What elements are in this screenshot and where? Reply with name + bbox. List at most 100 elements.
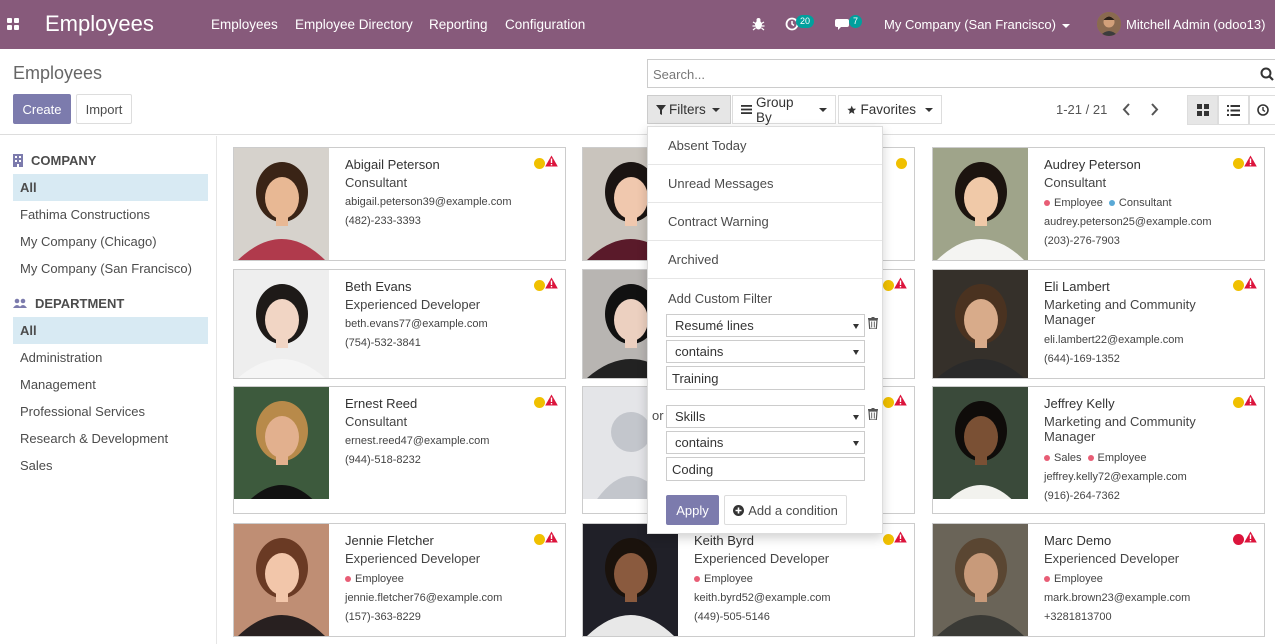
employee-name: Eli Lambert [1044,279,1110,294]
trash-icon[interactable] [868,317,878,329]
employee-tag: Employee [1044,573,1103,585]
employee-phone: (944)-518-8232 [345,454,421,466]
tag-color-dot [1087,455,1094,462]
presence-status-dot [534,280,545,291]
employee-photo [234,270,329,382]
activity-view-button[interactable] [1249,95,1275,125]
employee-tag: Employee [345,573,404,585]
employee-job-title: Marketing and Community Manager [1044,414,1196,444]
presence-status-dot [883,534,894,545]
tag-color-dot [1044,576,1050,583]
favorites-button[interactable]: Favorites [838,95,942,124]
condition2-operator-select[interactable]: contains [666,431,865,454]
employee-card[interactable]: Marc Demo Experienced Developer Employee ma… [932,523,1265,637]
apply-filter-button[interactable]: Apply [666,495,719,525]
search-icon[interactable] [1260,67,1274,81]
employee-phone: (754)-532-3841 [345,337,421,349]
employee-card[interactable]: Beth Evans Experienced Developer beth.evan… [233,269,566,379]
condition2-field-value: Skills [675,409,706,424]
list-view-button[interactable] [1218,95,1249,125]
employee-card[interactable]: Jeffrey Kelly Marketing and Community Man… [932,386,1265,514]
menu-employee-directory[interactable]: Employee Directory [295,17,413,32]
employee-card[interactable]: Abigail Peterson Consultant abigail.peters… [233,147,566,261]
filter-absent-today[interactable]: Absent Today [648,127,882,165]
company-switcher[interactable]: My Company (San Francisco) [884,17,1070,32]
department-heading-label: DEPARTMENT [35,296,125,311]
top-navbar: Employees Employees Employee Directory R… [0,0,1275,49]
employee-photo [933,270,1028,382]
filters-button[interactable]: Filters [647,95,731,124]
employee-phone: (482)-233-3393 [345,215,421,227]
condition1-field-select[interactable]: Resumé lines [666,314,865,337]
condition1-value-input[interactable]: Training [666,366,865,390]
employee-email: ernest.reed47@example.com [345,435,490,447]
tag-label: Consultant [1118,197,1172,209]
tag-color-dot [345,576,351,583]
warning-icon [545,394,558,406]
menu-configuration[interactable]: Configuration [505,17,585,32]
list-view-icon [1227,104,1240,116]
create-button[interactable]: Create [13,94,71,124]
employee-card[interactable]: Jennie Fletcher Experienced Developer Empl… [233,523,566,637]
presence-status-dot [883,280,894,291]
warning-icon [545,155,558,167]
add-custom-filter-toggle[interactable]: Add Custom Filter [648,279,882,317]
sidebar-department-all[interactable]: All [13,317,208,344]
employee-card[interactable]: Keith Byrd Experienced Developer Employee k… [582,523,915,637]
sidebar-department-sales[interactable]: Sales [13,452,208,479]
pager-value[interactable]: 1-21 / 21 [1056,102,1107,117]
employee-photo [933,148,1028,260]
condition1-operator-select[interactable]: contains [666,340,865,363]
employee-card[interactable]: Ernest Reed Consultant ernest.reed47@examp… [233,386,566,514]
user-avatar[interactable] [1097,12,1121,36]
sidebar-company-san-francisco[interactable]: My Company (San Francisco) [13,255,208,282]
chevron-down-icon [1061,23,1070,28]
presence-status-dot [1233,534,1244,545]
group-by-button[interactable]: Group By [732,95,836,125]
employee-card[interactable]: Eli Lambert Marketing and Community Manag… [932,269,1265,379]
employee-email: jennie.fletcher76@example.com [345,592,503,604]
trash-icon[interactable] [868,408,878,420]
condition2-operator-value: contains [675,435,724,450]
condition2-field-select[interactable]: Skills [666,405,865,428]
sidebar-department-administration[interactable]: Administration [13,344,208,371]
employee-tags: Employee [694,573,759,585]
menu-employees[interactable]: Employees [211,17,278,32]
user-menu[interactable]: Mitchell Admin (odoo13) [1126,17,1265,32]
debug-bug-icon[interactable] [752,17,765,31]
employee-job-title: Experienced Developer [345,297,481,312]
employee-card[interactable]: Audrey Peterson Consultant Employee Consult… [932,147,1265,261]
tag-color-dot [1044,455,1050,462]
add-condition-button[interactable]: Add a condition [724,495,847,525]
search-input[interactable]: Search... [647,59,1275,88]
chevron-down-icon [853,350,859,355]
condition2-value-input[interactable]: Coding [666,457,865,481]
tag-label: Employee [1054,197,1103,209]
department-section-heading: DEPARTMENT [13,296,124,311]
import-button[interactable]: Import [76,94,132,124]
employee-phone: (916)-264-7362 [1044,490,1120,502]
filter-archived[interactable]: Archived [648,241,882,279]
sidebar-company-chicago[interactable]: My Company (Chicago) [13,228,208,255]
chevron-down-icon [925,107,933,112]
employee-phone: (203)-276-7903 [1044,235,1120,247]
employee-tag: Employee [1044,197,1103,209]
sidebar-department-management[interactable]: Management [13,371,208,398]
pager-next-icon[interactable] [1150,103,1159,116]
sidebar-company-all[interactable]: All [13,174,208,201]
employee-name: Jennie Fletcher [345,533,434,548]
pager-previous-icon[interactable] [1122,103,1131,116]
sidebar-department-research-development[interactable]: Research & Development [13,425,208,452]
employee-photo [234,148,329,260]
tag-label: Employee [1054,573,1103,585]
menu-reporting[interactable]: Reporting [429,17,488,32]
employee-phone: +3281813700 [1044,611,1112,623]
filter-contract-warning[interactable]: Contract Warning [648,203,882,241]
sidebar-company-fathima[interactable]: Fathima Constructions [13,201,208,228]
filter-unread-messages[interactable]: Unread Messages [648,165,882,203]
sidebar-department-professional-services[interactable]: Professional Services [13,398,208,425]
employee-tag: Consultant [1108,197,1172,209]
chevron-down-icon [819,107,827,112]
app-menu-icon[interactable] [7,18,20,31]
kanban-view-button[interactable] [1187,95,1218,125]
